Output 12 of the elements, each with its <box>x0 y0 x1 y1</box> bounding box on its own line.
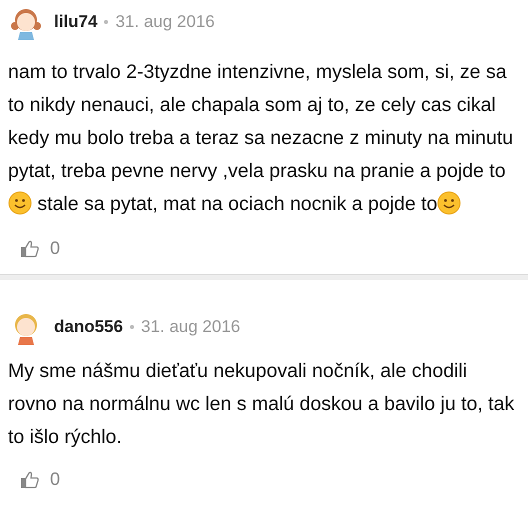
author-name[interactable]: lilu74 <box>54 9 98 35</box>
smiley-icon <box>8 191 32 215</box>
comment-text: nam to trvalo 2-3tyzdne intenzivne, myslela som, si, ze sa to nikdy nenauci, ale chapala som aj to, ze cely cas cikal kedy mu bolo treba a teraz sa nezacne z minuty na minutu pytat, treba pevne nervy ,vela prasku na pranie a pojde to stale sa pytat, mat na ociach nocnik a pojde to <box>8 60 514 217</box>
like-count: 0 <box>50 237 60 260</box>
comment-date: 31. aug 2016 <box>115 11 215 34</box>
smiley-icon <box>437 191 462 215</box>
comment-date: 31. aug 2016 <box>140 316 240 338</box>
thumbs-up-icon[interactable] <box>20 238 40 258</box>
thumbs-up-icon[interactable] <box>20 470 40 490</box>
like-count: 0 <box>50 468 60 491</box>
author-name[interactable]: dano556 <box>54 314 123 340</box>
comment-text: My sme nášmu dieťaťu nekupovali nočník, ale chodili rovno na normálnu wc len s malú doskou a bavilo ju to, tak to išlo rýchlo. <box>8 359 516 450</box>
